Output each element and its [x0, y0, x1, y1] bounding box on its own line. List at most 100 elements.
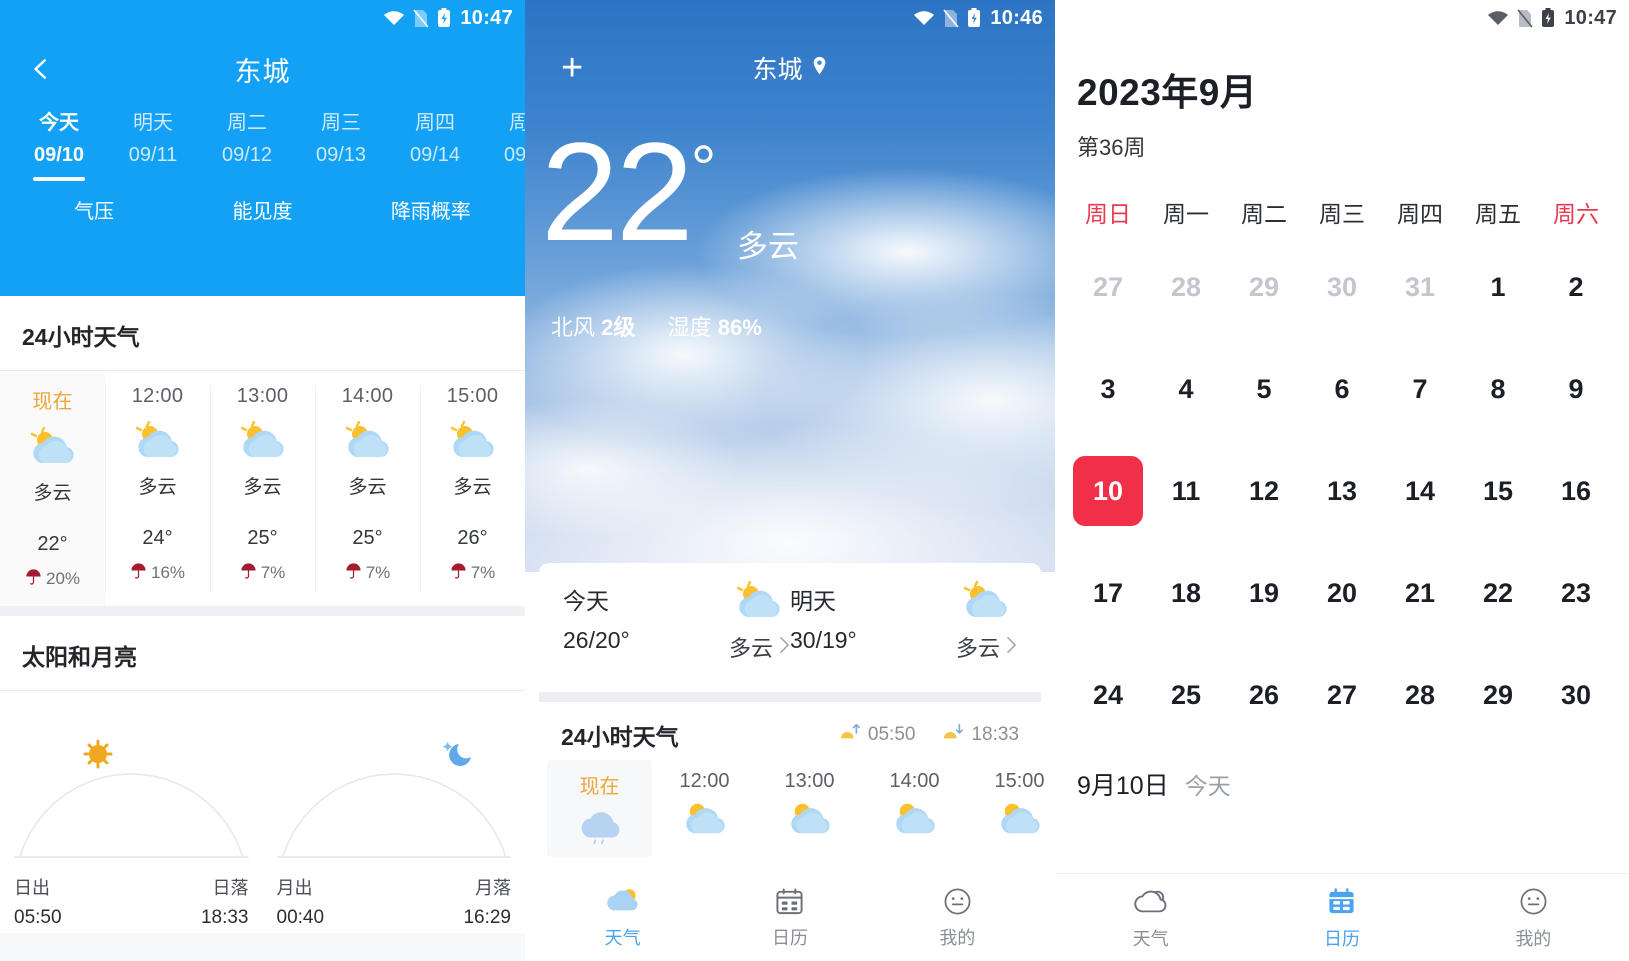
wind-humidity-row: 北风 2级 湿度 86%: [551, 310, 1055, 342]
tab-calendar-label: 日历: [1324, 925, 1360, 951]
moon-arc: [277, 717, 512, 867]
sunrise-icon: [838, 722, 862, 748]
calendar-day-cell[interactable]: 15: [1459, 440, 1537, 542]
calendar-day-cell[interactable]: 4: [1147, 338, 1225, 440]
sun-moon-card-title: 太阳和月亮: [0, 616, 525, 690]
forecast-item-today[interactable]: 今天 26/20° 多云: [563, 579, 790, 663]
calendar-day-cell[interactable]: 19: [1225, 542, 1303, 644]
calendar-day-cell[interactable]: 31: [1381, 236, 1459, 338]
tab-calendar[interactable]: 日历: [1246, 885, 1437, 951]
hourly-item[interactable]: 15:00 多云 26° 7%: [420, 371, 525, 606]
hourly-time: 13:00: [210, 385, 315, 408]
calendar-day-cell[interactable]: 27: [1303, 644, 1381, 746]
calendar-day-cell[interactable]: 7: [1381, 338, 1459, 440]
calendar-day-cell[interactable]: 3: [1069, 338, 1147, 440]
calendar-day-cell[interactable]: 16: [1537, 440, 1615, 542]
hourly-temp: 22°: [0, 533, 105, 556]
moon-icon: [441, 739, 475, 774]
calendar-day-cell[interactable]: 26: [1225, 644, 1303, 746]
calendar-day-cell[interactable]: 23: [1537, 542, 1615, 644]
calendar-day-cell[interactable]: 29: [1225, 236, 1303, 338]
current-city[interactable]: 东城: [525, 50, 1055, 86]
home-hourly-list[interactable]: 现在 12:00 13:00 14:00: [539, 760, 1041, 857]
calendar-day-cell[interactable]: 18: [1147, 542, 1225, 644]
day-tab-1[interactable]: 明天 09/11: [106, 108, 200, 181]
hourly-list[interactable]: 现在 多云 22° 20% 12:00 多云 24°: [0, 371, 525, 606]
day-tab-strip[interactable]: 今天 09/10 明天 09/11 周二 09/12 周三 09/13 周四 0…: [0, 108, 525, 181]
calendar-day-cell[interactable]: 1: [1459, 236, 1537, 338]
calendar-day-cell[interactable]: 29: [1459, 644, 1537, 746]
hourly-item[interactable]: 15:00: [967, 760, 1055, 857]
page-title: 东城: [0, 50, 525, 89]
status-clock: 10:47: [460, 7, 513, 30]
hourly-item[interactable]: 现在: [547, 760, 652, 857]
tab-weather[interactable]: 天气: [1055, 885, 1246, 951]
metric-tab-strip[interactable]: 气压 能见度 降雨概率: [0, 195, 525, 224]
calendar-day-cell[interactable]: 25: [1147, 644, 1225, 746]
hourly-item[interactable]: 14:00: [862, 760, 967, 857]
calendar-day-cell[interactable]: 6: [1303, 338, 1381, 440]
forecast-item-tomorrow[interactable]: 明天 30/19° 多云: [790, 579, 1017, 663]
tab-mine[interactable]: 我的: [874, 884, 1041, 950]
weekday-fri: 周五: [1459, 188, 1537, 236]
hourly-rain-value: 7%: [366, 563, 391, 583]
day-tab-5[interactable]: 周五 09/15: [482, 108, 525, 181]
bottom-tabbar[interactable]: 天气 日历 我的: [1055, 873, 1629, 961]
calendar-day-cell[interactable]: 17: [1069, 542, 1147, 644]
moonrise-label: 月出: [277, 873, 325, 903]
calendar-day-cell[interactable]: 2: [1537, 236, 1615, 338]
active-tab-underline: [33, 177, 85, 181]
calendar-week-of-year: 第36周: [1055, 116, 1629, 162]
hourly-item[interactable]: 12:00: [652, 760, 757, 857]
metric-tab-visibility[interactable]: 能见度: [178, 195, 346, 224]
sun-moon-card: 太阳和月亮 日出 05:50: [0, 616, 525, 933]
hourly-item[interactable]: 12:00 多云 24° 16%: [105, 371, 210, 606]
hourly-time: 14:00: [315, 385, 420, 408]
day-tab-4[interactable]: 周四 09/14: [388, 108, 482, 181]
sim-off-icon: [943, 9, 959, 28]
calendar-day-cell[interactable]: 9: [1537, 338, 1615, 440]
calendar-day-cell[interactable]: 13: [1303, 440, 1381, 542]
hourly-item[interactable]: 现在 多云 22° 20%: [0, 371, 105, 606]
selected-date-label: 9月10日: [1077, 766, 1169, 802]
tab-calendar[interactable]: 日历: [706, 884, 873, 950]
calendar-day-cell[interactable]: 22: [1459, 542, 1537, 644]
calendar-day-cell[interactable]: 8: [1459, 338, 1537, 440]
day-tab-3[interactable]: 周三 09/13: [294, 108, 388, 181]
calendar-day-cell[interactable]: 5: [1225, 338, 1303, 440]
weather-cloud-icon: [1132, 885, 1170, 919]
bottom-tabbar[interactable]: 天气 日历 我的: [539, 873, 1041, 961]
tab-weather[interactable]: 天气: [539, 884, 706, 950]
calendar-day-cell[interactable]: 27: [1069, 236, 1147, 338]
metric-tab-pressure[interactable]: 气压: [10, 195, 178, 224]
hourly-item[interactable]: 13:00 多云 25° 7%: [210, 371, 315, 606]
battery-charging-icon: [437, 8, 451, 28]
day-tab-date: 09/11: [106, 140, 200, 170]
calendar-day-cell-selected[interactable]: 10: [1069, 440, 1147, 542]
metric-tab-rain-prob[interactable]: 降雨概率: [347, 195, 515, 224]
partly-cloudy-icon: [757, 793, 862, 845]
chevron-left-icon[interactable]: [26, 54, 56, 84]
calendar-day-cell[interactable]: 30: [1537, 644, 1615, 746]
calendar-day-cell[interactable]: 12: [1225, 440, 1303, 542]
hourly-rain: 7%: [420, 562, 525, 584]
calendar-day-cell[interactable]: 28: [1147, 236, 1225, 338]
calendar-day-cell[interactable]: 24: [1069, 644, 1147, 746]
weekday-sat: 周六: [1537, 188, 1615, 236]
tab-mine[interactable]: 我的: [1438, 885, 1629, 951]
calendar-day-cell[interactable]: 30: [1303, 236, 1381, 338]
calendar-day-cell[interactable]: 11: [1147, 440, 1225, 542]
current-city-label: 东城: [752, 50, 802, 86]
calendar-day-cell[interactable]: 20: [1303, 542, 1381, 644]
hourly-item[interactable]: 13:00: [757, 760, 862, 857]
day-tab-0[interactable]: 今天 09/10: [12, 108, 106, 181]
wind-label: 北风: [551, 315, 595, 340]
umbrella-icon: [450, 562, 467, 584]
partly-cloudy-icon: [315, 414, 420, 470]
calendar-day-cell[interactable]: 28: [1381, 644, 1459, 746]
plus-icon[interactable]: +: [561, 49, 583, 87]
calendar-day-cell[interactable]: 21: [1381, 542, 1459, 644]
calendar-day-cell[interactable]: 14: [1381, 440, 1459, 542]
day-tab-2[interactable]: 周二 09/12: [200, 108, 294, 181]
hourly-item[interactable]: 14:00 多云 25° 7%: [315, 371, 420, 606]
